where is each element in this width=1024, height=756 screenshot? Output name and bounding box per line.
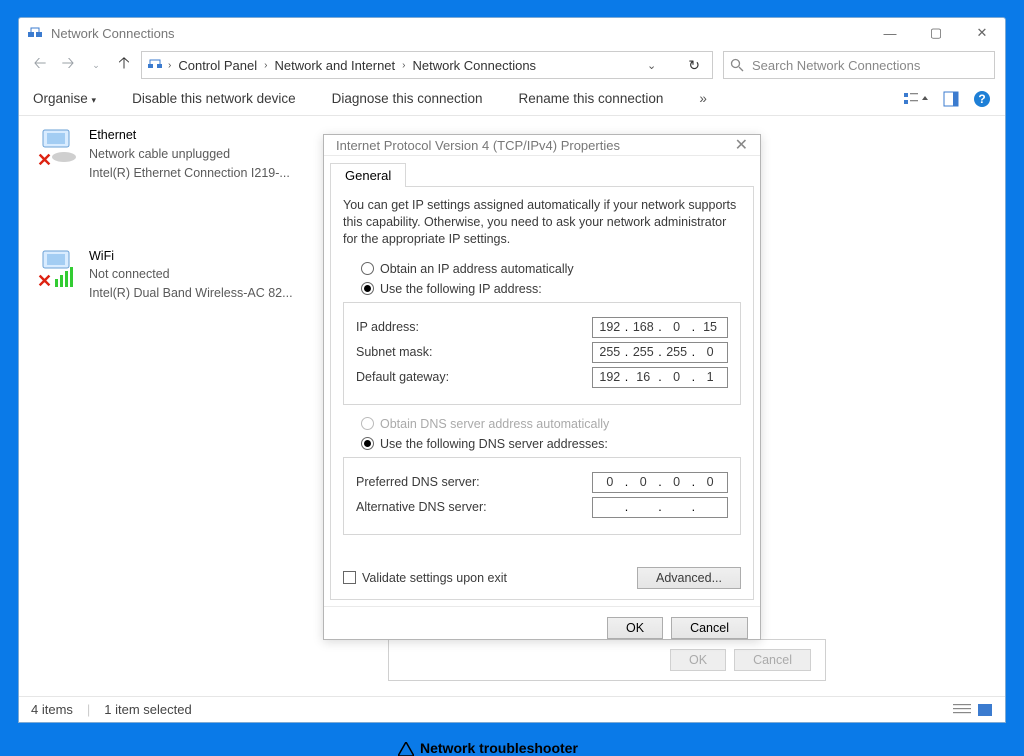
dialog-description: You can get IP settings assigned automat… [343, 197, 741, 248]
radio-icon [361, 282, 374, 295]
cancel-button[interactable]: Cancel [671, 617, 748, 639]
network-root-icon [146, 56, 164, 74]
radio-label: Use the following DNS server addresses: [380, 437, 608, 451]
refresh-icon[interactable]: ↻ [680, 57, 708, 74]
radio-manual-dns[interactable]: Use the following DNS server addresses: [361, 437, 741, 451]
radio-label: Obtain DNS server address automatically [380, 417, 609, 431]
radio-label: Obtain an IP address automatically [380, 262, 574, 276]
search-placeholder: Search Network Connections [752, 58, 920, 73]
organise-menu[interactable]: Organise ▾ [33, 91, 96, 106]
ip-address-input[interactable]: 192. 168. 0. 15 [592, 317, 728, 338]
address-bar[interactable]: › Control Panel › Network and Internet ›… [141, 51, 713, 79]
preferred-dns-input[interactable]: 0. 0. 0. 0 [592, 472, 728, 493]
radio-label: Use the following IP address: [380, 282, 542, 296]
view-menu-icon[interactable] [903, 91, 929, 107]
parent-cancel-button[interactable]: Cancel [734, 649, 811, 671]
minimize-button[interactable]: — [867, 18, 913, 48]
chevron-right-icon[interactable]: › [164, 60, 175, 71]
connection-status: Network cable unplugged [89, 145, 290, 164]
connection-name: Ethernet [89, 126, 290, 145]
search-input[interactable]: Search Network Connections [723, 51, 995, 79]
breadcrumb-2[interactable]: Network Connections [410, 58, 540, 73]
ipv4-properties-dialog: Internet Protocol Version 4 (TCP/IPv4) P… [323, 134, 761, 640]
svg-text:✕: ✕ [37, 271, 52, 291]
preferred-dns-label: Preferred DNS server: [356, 475, 592, 489]
alternative-dns-label: Alternative DNS server: [356, 500, 592, 514]
preview-pane-icon[interactable] [943, 91, 959, 107]
wifi-icon: ✕ [33, 247, 81, 293]
svg-text:✕: ✕ [37, 150, 52, 170]
alternative-dns-input[interactable]: . . . [592, 497, 728, 518]
back-button[interactable]: 🡠 [29, 54, 51, 76]
validate-checkbox[interactable] [343, 571, 356, 584]
close-button[interactable]: ✕ [959, 18, 1005, 48]
chevron-right-icon[interactable]: › [398, 60, 409, 71]
chevron-right-icon[interactable]: › [260, 60, 271, 71]
diagnose-button[interactable]: Diagnose this connection [332, 91, 483, 106]
advanced-button[interactable]: Advanced... [637, 567, 741, 589]
subnet-mask-label: Subnet mask: [356, 345, 592, 359]
details-view-icon[interactable] [953, 703, 971, 717]
radio-auto-ip[interactable]: Obtain an IP address automatically [361, 262, 741, 276]
rename-button[interactable]: Rename this connection [519, 91, 664, 106]
search-icon [730, 58, 744, 72]
connection-name: WiFi [89, 247, 293, 266]
connection-item-wifi[interactable]: ✕ WiFi Not connected Intel(R) Dual Band … [19, 245, 309, 305]
disable-device-button[interactable]: Disable this network device [132, 91, 296, 106]
radio-icon [361, 437, 374, 450]
parent-ok-button: OK [670, 649, 726, 671]
toolbar: Organise ▾ Disable this network device D… [19, 82, 1005, 116]
large-icons-view-icon[interactable] [977, 703, 993, 717]
connection-adapter: Intel(R) Ethernet Connection I219-... [89, 164, 290, 183]
titlebar: Network Connections — ▢ ✕ [19, 18, 1005, 48]
breadcrumb-1[interactable]: Network and Internet [271, 58, 398, 73]
subnet-mask-input[interactable]: 255. 255. 255. 0 [592, 342, 728, 363]
default-gateway-input[interactable]: 192. 16. 0. 1 [592, 367, 728, 388]
connection-status: Not connected [89, 265, 293, 284]
selected-count: 1 item selected [104, 702, 191, 717]
ok-button[interactable]: OK [607, 617, 663, 639]
warning-icon [398, 742, 414, 756]
network-icon [27, 25, 43, 41]
statusbar: 4 items | 1 item selected [19, 696, 1005, 722]
default-gateway-label: Default gateway: [356, 370, 592, 384]
radio-icon [361, 417, 374, 430]
breadcrumb-0[interactable]: Control Panel [175, 58, 260, 73]
ip-address-label: IP address: [356, 320, 592, 334]
up-button[interactable]: 🡡 [113, 54, 135, 76]
validate-label: Validate settings upon exit [362, 571, 507, 585]
ip-group: IP address: 192. 168. 0. 15 Subnet mask:… [343, 302, 741, 405]
forward-button[interactable]: 🡢 [57, 54, 79, 76]
address-row: 🡠 🡢 ⌄ 🡡 › Control Panel › Network and In… [19, 48, 1005, 82]
dialog-close-button[interactable]: ✕ [735, 135, 748, 155]
dns-group: Preferred DNS server: 0. 0. 0. 0 Alterna… [343, 457, 741, 535]
overflow-button[interactable]: » [699, 91, 707, 106]
svg-text:?: ? [978, 92, 985, 106]
network-troubleshooter-link[interactable]: Network troubleshooter [420, 740, 578, 756]
item-count: 4 items [31, 702, 73, 717]
maximize-button[interactable]: ▢ [913, 18, 959, 48]
connection-item-ethernet[interactable]: ✕ Ethernet Network cable unplugged Intel… [19, 124, 309, 184]
recent-dropdown[interactable]: ⌄ [85, 54, 107, 76]
window-title: Network Connections [51, 26, 175, 41]
dialog-title: Internet Protocol Version 4 (TCP/IPv4) P… [336, 138, 620, 153]
radio-manual-ip[interactable]: Use the following IP address: [361, 282, 741, 296]
dialog-titlebar: Internet Protocol Version 4 (TCP/IPv4) P… [324, 135, 760, 156]
radio-auto-dns: Obtain DNS server address automatically [361, 417, 741, 431]
connection-adapter: Intel(R) Dual Band Wireless-AC 82... [89, 284, 293, 303]
radio-icon [361, 262, 374, 275]
tab-general[interactable]: General [330, 163, 406, 187]
ethernet-icon: ✕ [33, 126, 81, 172]
help-icon[interactable]: ? [973, 90, 991, 108]
chevron-down-icon[interactable]: ⌄ [643, 59, 660, 72]
